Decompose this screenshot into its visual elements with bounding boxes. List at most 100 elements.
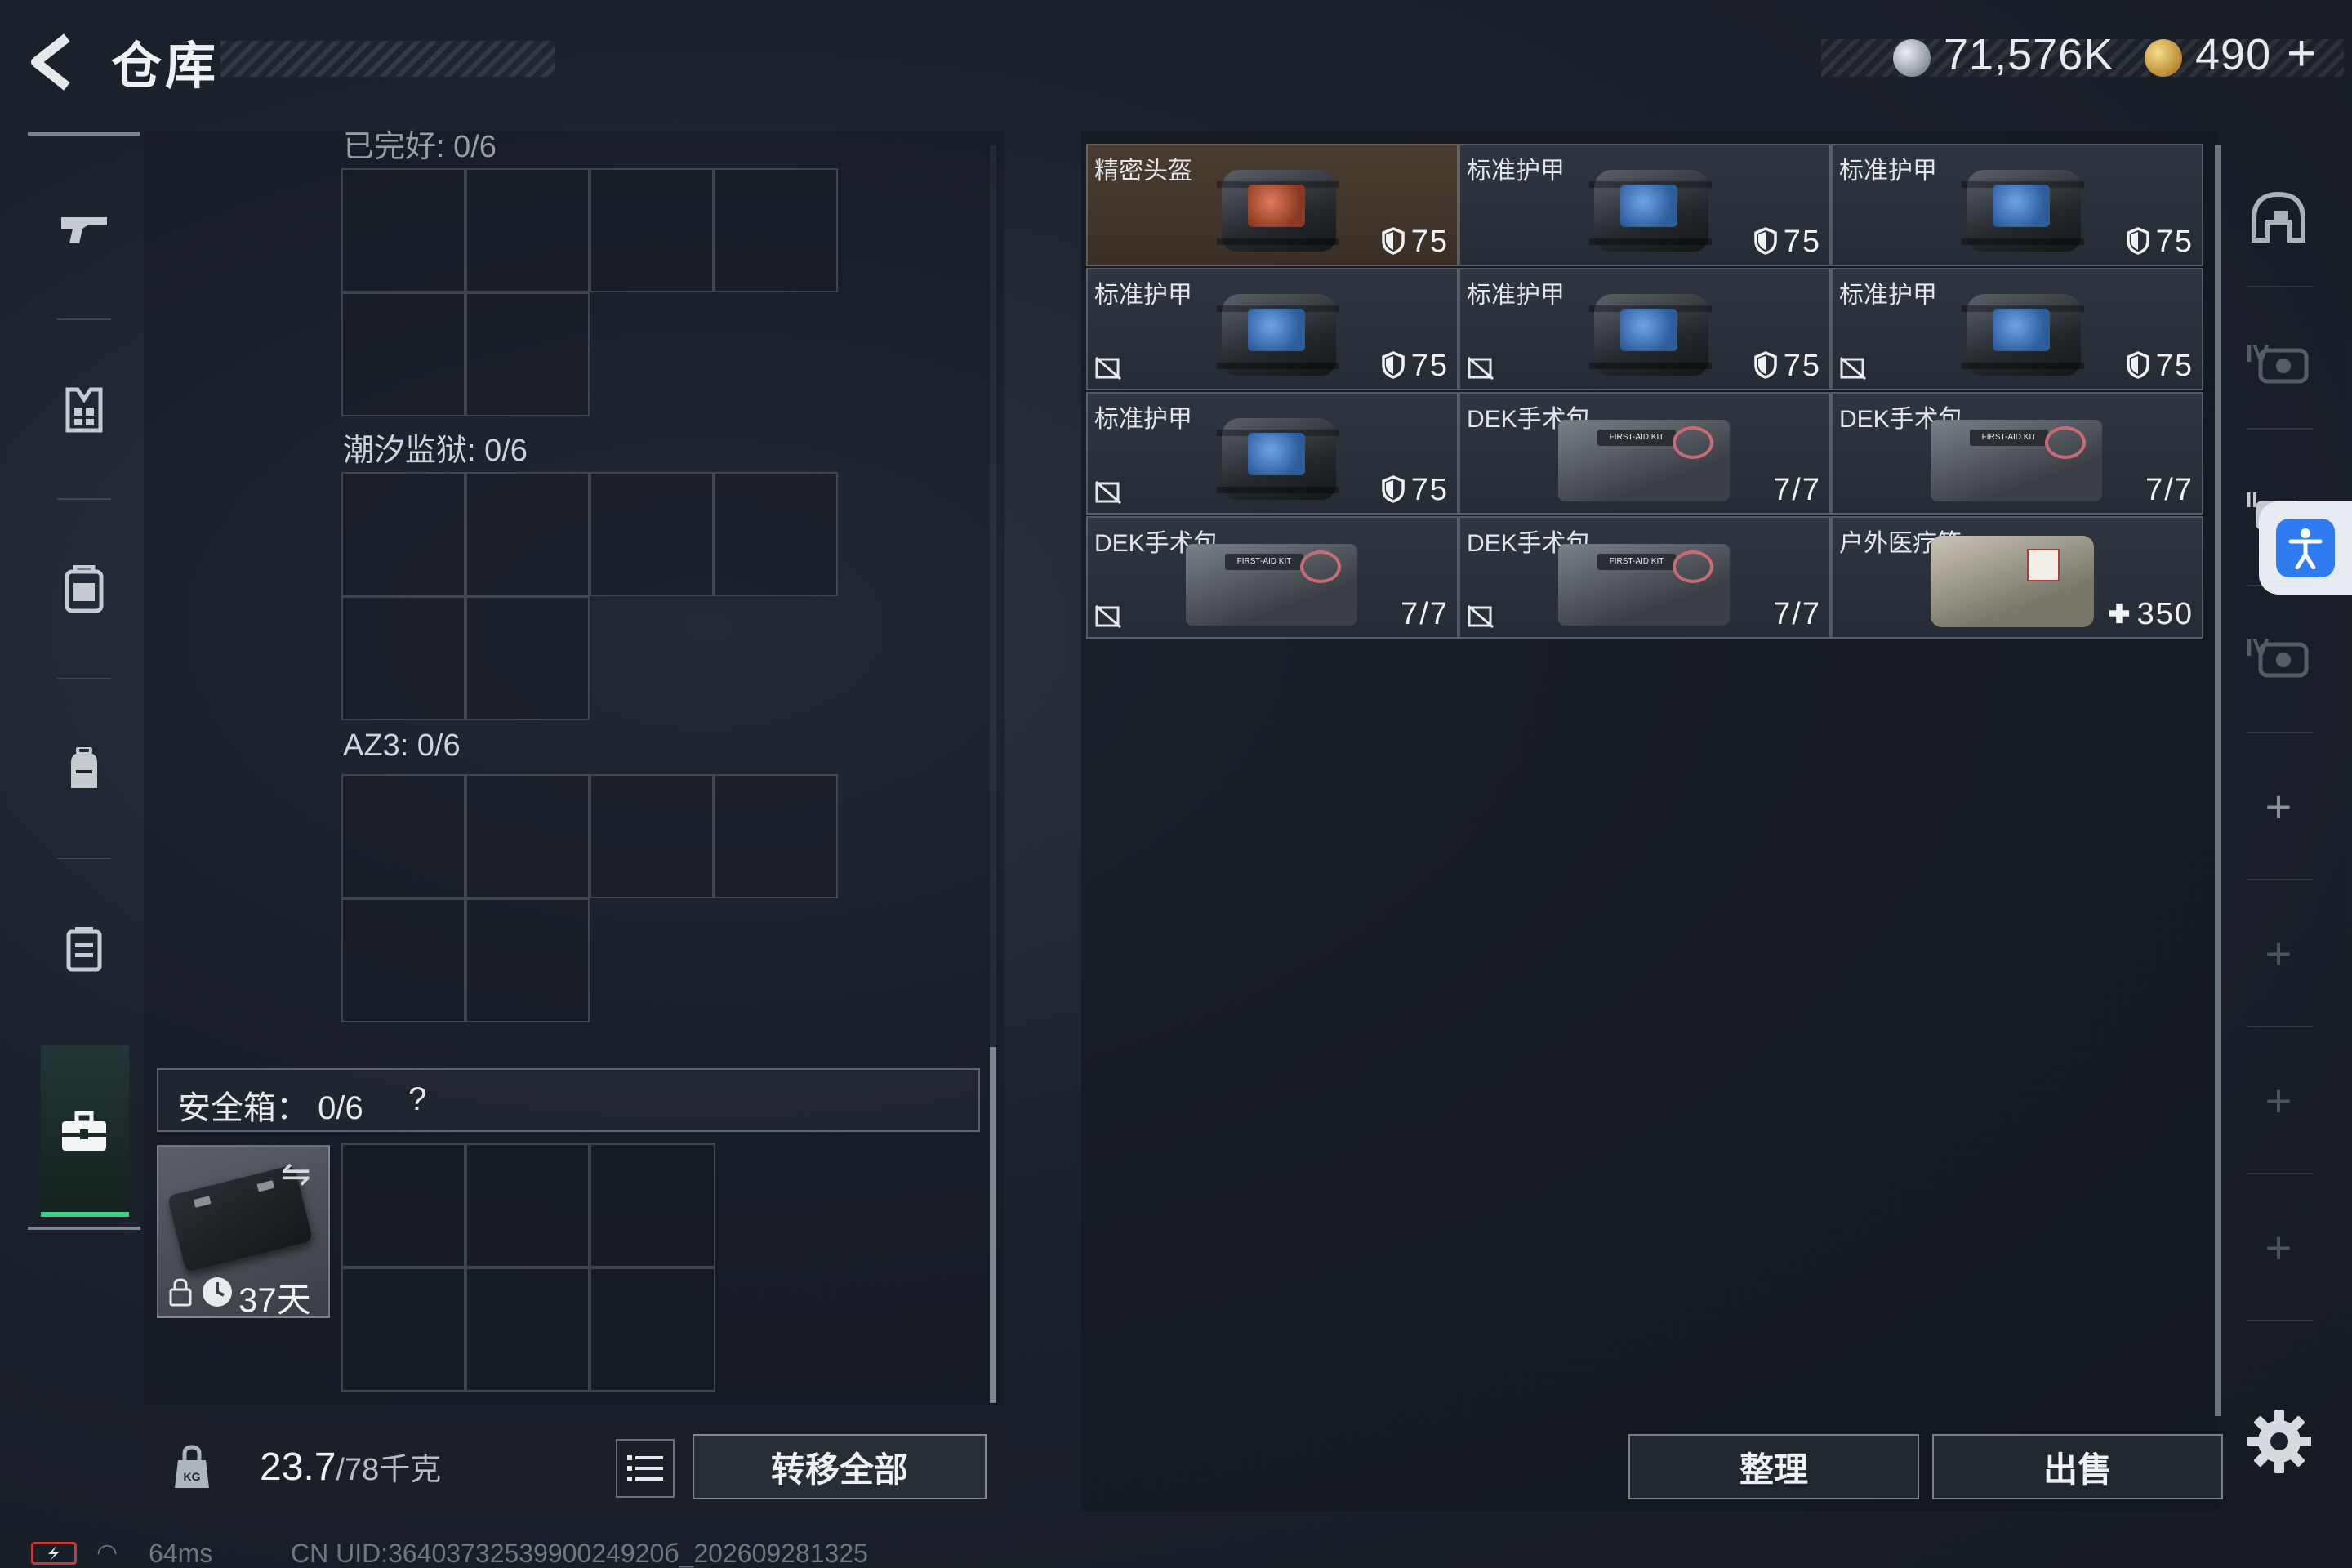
inventory-item-slot[interactable]: 标准护甲 75 bbox=[1086, 392, 1459, 514]
grid-cell[interactable] bbox=[341, 292, 466, 416]
grid-cell[interactable] bbox=[590, 774, 714, 898]
plus-icon: + bbox=[2265, 1074, 2292, 1126]
add-slot-button[interactable]: + bbox=[2238, 1202, 2319, 1292]
nav-item-backpack[interactable] bbox=[28, 679, 140, 859]
grid-cell[interactable] bbox=[466, 1267, 590, 1392]
safe-box-label: 安全箱 bbox=[178, 1090, 276, 1126]
column-separator bbox=[2247, 732, 2313, 733]
medkit-item-image: FIRST-AID KIT bbox=[1550, 412, 1738, 506]
safe-box-item[interactable]: ⇋ 37天 bbox=[157, 1145, 330, 1319]
grid-cell[interactable] bbox=[466, 596, 590, 720]
sort-button[interactable]: 整理 bbox=[1628, 1434, 1919, 1499]
bag-body bbox=[1931, 536, 2094, 627]
item-value-text: 7/7 bbox=[1401, 597, 1449, 631]
inventory-item-slot[interactable]: 标准护甲 75 bbox=[1831, 268, 2203, 390]
grid-cell[interactable] bbox=[466, 898, 590, 1022]
list-view-button[interactable] bbox=[616, 1439, 675, 1498]
gold-coin-icon bbox=[2145, 39, 2182, 77]
grid-cell[interactable] bbox=[466, 774, 590, 898]
nav-item-safe-box[interactable] bbox=[28, 1042, 140, 1222]
armor-strap bbox=[1217, 238, 1339, 245]
item-value: 75 bbox=[1753, 225, 1821, 260]
scissors-icon bbox=[2045, 426, 2086, 459]
item-value: 75 bbox=[1381, 349, 1449, 384]
nav-item-armor[interactable] bbox=[28, 320, 140, 500]
inventory-item-slot[interactable]: DEK手术包 FIRST-AID KIT 7/7 bbox=[1086, 516, 1459, 639]
scissors-icon bbox=[1300, 550, 1341, 583]
sell-button[interactable]: 出售 bbox=[1932, 1434, 2223, 1499]
lock-icon bbox=[169, 1278, 192, 1307]
grid-cell[interactable] bbox=[714, 168, 838, 292]
no-insurance-icon bbox=[1095, 604, 1121, 629]
grid-cell[interactable] bbox=[590, 168, 714, 292]
grid-cell[interactable] bbox=[590, 1143, 715, 1267]
item-value-text: 75 bbox=[2155, 349, 2194, 383]
container-scrollbar-thumb[interactable] bbox=[990, 1047, 996, 1403]
armor-strap bbox=[1962, 363, 2084, 369]
armor-slot-4-button[interactable]: IV bbox=[2238, 317, 2319, 407]
shield-icon bbox=[1753, 351, 1777, 379]
grid-cell[interactable] bbox=[466, 472, 590, 596]
medkit-label: FIRST-AID KIT bbox=[1970, 430, 2048, 446]
transfer-all-button[interactable]: 转移全部 bbox=[693, 1434, 987, 1499]
section-label-partial: 已完好: 0/6 bbox=[343, 130, 497, 164]
inventory-item-slot[interactable]: 户外医疗箱 350 bbox=[1831, 516, 2203, 639]
inventory-item-slot[interactable]: 标准护甲 75 bbox=[1086, 268, 1459, 390]
grid-cell[interactable] bbox=[341, 1143, 466, 1267]
add-slot-button[interactable]: + bbox=[2238, 1055, 2319, 1145]
grid-cell[interactable] bbox=[341, 168, 466, 292]
inventory-item-slot[interactable]: 标准护甲 75 bbox=[1459, 268, 1831, 390]
armor-plate bbox=[1248, 309, 1305, 351]
grid-cell[interactable] bbox=[341, 898, 466, 1022]
swap-icon[interactable]: ⇋ bbox=[281, 1153, 311, 1195]
add-currency-button[interactable]: + bbox=[2287, 24, 2316, 82]
add-slot-button[interactable]: + bbox=[2238, 761, 2319, 851]
grid-cell[interactable] bbox=[341, 774, 466, 898]
medical-bag-image bbox=[1922, 529, 2102, 630]
helmet-slot-button[interactable] bbox=[2238, 173, 2319, 263]
grid-cell[interactable] bbox=[466, 168, 590, 292]
item-name: 标准护甲 bbox=[1839, 158, 1937, 185]
grid-cell[interactable] bbox=[341, 1267, 466, 1392]
section-label: AZ3: 0/6 bbox=[343, 728, 461, 763]
inventory-item-slot[interactable]: DEK手术包 FIRST-AID KIT 7/7 bbox=[1831, 392, 2203, 514]
column-separator bbox=[2247, 585, 2313, 586]
inventory-scrollbar[interactable] bbox=[2215, 145, 2221, 1416]
grid-cell[interactable] bbox=[714, 774, 838, 898]
grid-cell[interactable] bbox=[714, 472, 838, 596]
grid-cell[interactable] bbox=[341, 596, 466, 720]
armor-item-image bbox=[1953, 284, 2092, 379]
page-title: 仓库 bbox=[111, 38, 220, 95]
armor-plate bbox=[1248, 433, 1305, 475]
nav-item-chest-rig[interactable] bbox=[28, 500, 140, 679]
inventory-item-slot[interactable]: DEK手术包 FIRST-AID KIT 7/7 bbox=[1459, 516, 1831, 639]
armor-strap bbox=[1589, 238, 1712, 245]
grid-cell[interactable] bbox=[590, 472, 714, 596]
item-name: 标准护甲 bbox=[1467, 158, 1565, 185]
shield-icon bbox=[2126, 227, 2149, 255]
safe-box-help-button[interactable]: ? bbox=[408, 1081, 426, 1118]
armor-strap bbox=[1217, 487, 1339, 493]
inventory-item-slot[interactable]: 标准护甲 75 bbox=[1831, 144, 2203, 266]
column-separator bbox=[2247, 1026, 2313, 1027]
nav-item-weapons[interactable] bbox=[28, 139, 140, 318]
armor-plate bbox=[1620, 309, 1677, 351]
accessibility-button[interactable] bbox=[2259, 501, 2352, 595]
grid-cell[interactable] bbox=[590, 1267, 715, 1392]
clock-icon bbox=[203, 1277, 232, 1307]
grid-cell[interactable] bbox=[466, 292, 590, 416]
add-slot-button[interactable]: + bbox=[2238, 908, 2319, 998]
armor-item-image bbox=[1209, 408, 1348, 503]
no-insurance-icon bbox=[1840, 356, 1866, 381]
nav-item-container[interactable] bbox=[28, 859, 140, 1039]
inventory-item-slot[interactable]: 精密头盔 75 bbox=[1086, 144, 1459, 266]
armor-plate bbox=[1248, 185, 1305, 227]
armor-slot-4b-button[interactable]: IV bbox=[2238, 611, 2319, 701]
grid-cell[interactable] bbox=[466, 1143, 590, 1267]
inventory-item-slot[interactable]: DEK手术包 FIRST-AID KIT 7/7 bbox=[1459, 392, 1831, 514]
inventory-item-slot[interactable]: 标准护甲 75 bbox=[1459, 144, 1831, 266]
settings-gear-icon[interactable] bbox=[2243, 1405, 2316, 1478]
safe-box-colon: ： bbox=[276, 1090, 318, 1126]
grid-cell[interactable] bbox=[341, 472, 466, 596]
back-button[interactable] bbox=[24, 29, 82, 95]
